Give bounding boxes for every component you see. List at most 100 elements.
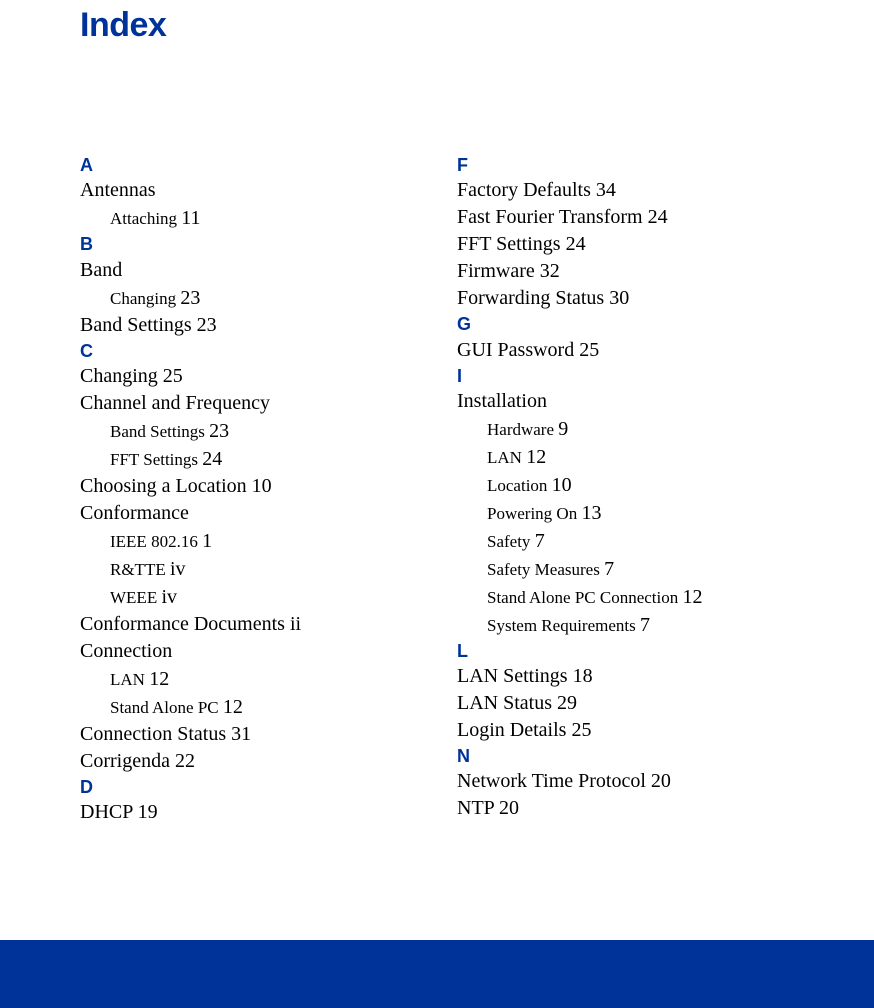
index-entry-text: Conformance Documents	[80, 613, 285, 635]
index-entry-text: Connection Status	[80, 723, 226, 745]
index-entry-text: Login Details	[457, 719, 566, 741]
index-page-ref[interactable]: 20	[499, 797, 519, 819]
index-subentry: LAN 12	[110, 665, 417, 693]
footer-bar	[0, 940, 874, 1008]
index-entry: Changing 25	[80, 363, 417, 390]
index-entry: LAN Settings 18	[457, 663, 794, 690]
index-page-ref[interactable]: iv	[170, 558, 186, 580]
index-letter: N	[457, 744, 794, 768]
index-subentry-text: System Requirements	[487, 616, 636, 635]
index-entry: FFT Settings 24	[457, 231, 794, 258]
index-subentry: FFT Settings 24	[110, 445, 417, 473]
index-subentry: WEEE iv	[110, 583, 417, 611]
index-entry-text: DHCP	[80, 801, 133, 823]
index-letter-text: D	[80, 777, 93, 797]
index-entry-text: Factory Defaults	[457, 179, 591, 201]
index-page-ref[interactable]: 12	[526, 446, 546, 468]
index-entry: Forwarding Status 30	[457, 285, 794, 312]
index-subentry-text: LAN	[487, 448, 522, 467]
index-subentry-text: Location	[487, 476, 547, 495]
index-entry-text: LAN Settings	[457, 665, 568, 687]
index-entry: Connection	[80, 638, 417, 665]
index-page-ref[interactable]: 30	[609, 287, 629, 309]
index-subentry: Hardware 9	[487, 415, 794, 443]
index-subentry: Safety Measures 7	[487, 555, 794, 583]
index-letter: A	[80, 153, 417, 177]
index-subentry-text: FFT Settings	[110, 450, 198, 469]
index-letter: B	[80, 232, 417, 256]
index-entry: Band	[80, 257, 417, 284]
index-entry: Band Settings 23	[80, 312, 417, 339]
index-entry-text: GUI Password	[457, 339, 574, 361]
index-page-ref[interactable]: 34	[596, 179, 616, 201]
index-page-ref[interactable]: 25	[163, 365, 183, 387]
index-entry-text: Corrigenda	[80, 750, 170, 772]
index-letter-text: L	[457, 641, 468, 661]
index-page-ref[interactable]: 22	[175, 750, 195, 772]
index-letter-text: C	[80, 341, 93, 361]
index-entry: Factory Defaults 34	[457, 177, 794, 204]
index-page-ref[interactable]: 23	[180, 287, 200, 309]
index-entry-text: Forwarding Status	[457, 287, 604, 309]
index-subentry-text: Attaching	[110, 209, 177, 228]
index-subentry: Safety 7	[487, 527, 794, 555]
index-page-ref[interactable]: 10	[552, 474, 572, 496]
index-page-ref[interactable]: 25	[579, 339, 599, 361]
index-page-ref[interactable]: 10	[252, 475, 272, 497]
index-letter: F	[457, 153, 794, 177]
index-entry: Conformance	[80, 500, 417, 527]
index-page-ref[interactable]: 12	[683, 586, 703, 608]
index-page-ref[interactable]: 32	[540, 260, 560, 282]
index-subentry-text: Stand Alone PC	[110, 698, 219, 717]
index-page-ref[interactable]: iv	[161, 586, 177, 608]
index-page-ref[interactable]: 12	[149, 668, 169, 690]
index-letter-text: G	[457, 314, 471, 334]
index-page-ref[interactable]: 7	[640, 614, 650, 636]
index-page-ref[interactable]: 23	[197, 314, 217, 336]
index-subentry-text: Hardware	[487, 420, 554, 439]
index-subentry-text: Powering On	[487, 504, 577, 523]
index-entry: GUI Password 25	[457, 337, 794, 364]
index-page-ref[interactable]: 20	[651, 770, 671, 792]
index-entry-text: Fast Fourier Transform	[457, 206, 643, 228]
index-page-ref[interactable]: 11	[181, 207, 200, 229]
index-subentry: Band Settings 23	[110, 417, 417, 445]
index-page-ref[interactable]: 31	[231, 723, 251, 745]
index-page-ref[interactable]: 29	[557, 692, 577, 714]
index-subentry: R&TTE iv	[110, 555, 417, 583]
index-letter-text: N	[457, 746, 470, 766]
index-page-ref[interactable]: ii	[290, 613, 301, 635]
index-subentry: LAN 12	[487, 443, 794, 471]
index-entry: Installation	[457, 388, 794, 415]
index-entry: DHCP 19	[80, 799, 417, 826]
index-entry: NTP 20	[457, 795, 794, 822]
index-entry: Corrigenda 22	[80, 748, 417, 775]
index-letter: I	[457, 364, 794, 388]
index-entry-text: Band Settings	[80, 314, 192, 336]
index-page-ref[interactable]: 25	[571, 719, 591, 741]
index-page-ref[interactable]: 7	[604, 558, 614, 580]
index-subentry: System Requirements 7	[487, 611, 794, 639]
index-page-ref[interactable]: 24	[202, 448, 222, 470]
index-subentry-text: Stand Alone PC Connection	[487, 588, 678, 607]
index-page-ref[interactable]: 12	[223, 696, 243, 718]
index-letter-text: B	[80, 234, 93, 254]
index-letter-text: F	[457, 155, 468, 175]
index-entry-text: Band	[80, 259, 122, 281]
index-entry: LAN Status 29	[457, 690, 794, 717]
index-page-ref[interactable]: 24	[648, 206, 668, 228]
index-entry-text: Installation	[457, 390, 547, 412]
index-page-ref[interactable]: 7	[535, 530, 545, 552]
index-subentry: Stand Alone PC Connection 12	[487, 583, 794, 611]
index-page-ref[interactable]: 19	[138, 801, 158, 823]
index-page-ref[interactable]: 23	[209, 420, 229, 442]
index-subentry-text: Changing	[110, 289, 176, 308]
index-entry: Connection Status 31	[80, 721, 417, 748]
index-page-ref[interactable]: 9	[558, 418, 568, 440]
index-page-ref[interactable]: 1	[202, 530, 212, 552]
index-subentry: Stand Alone PC 12	[110, 693, 417, 721]
index-entry-text: Firmware	[457, 260, 535, 282]
index-page-ref[interactable]: 13	[581, 502, 601, 524]
index-page-ref[interactable]: 24	[566, 233, 586, 255]
index-page-ref[interactable]: 18	[573, 665, 593, 687]
